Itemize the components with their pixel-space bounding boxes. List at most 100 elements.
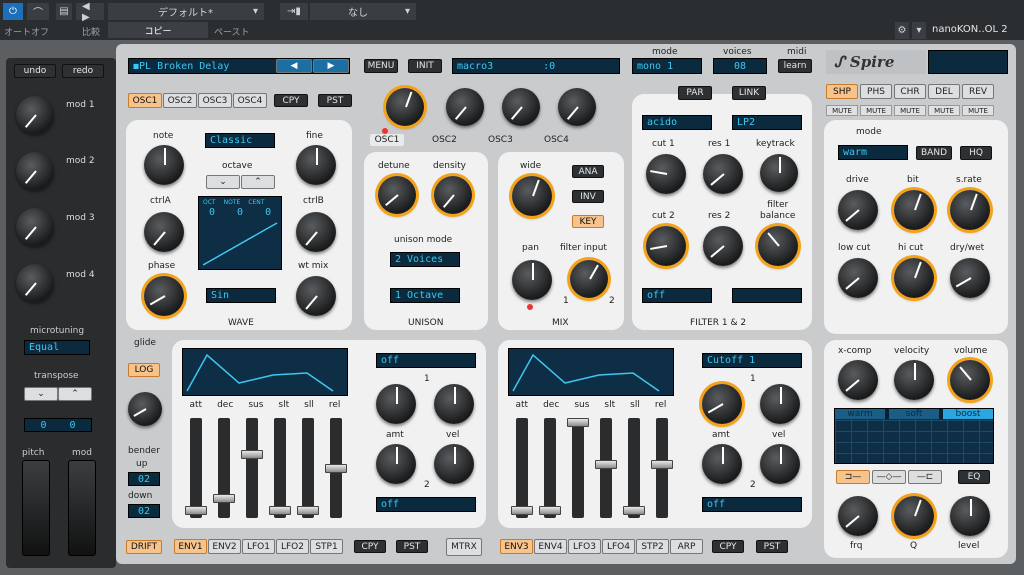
- high-shelf-icon[interactable]: —⊏: [908, 470, 942, 484]
- key-button[interactable]: KEY: [572, 215, 604, 228]
- filter-routing-selector-1[interactable]: off: [642, 288, 712, 303]
- tab-phs[interactable]: PHS: [860, 84, 892, 99]
- level-knob[interactable]: [950, 496, 990, 536]
- ctrlb-knob[interactable]: [296, 212, 336, 252]
- env1-vel1-knob[interactable]: [434, 384, 474, 424]
- xcomp-knob[interactable]: [838, 360, 878, 400]
- env1-dec-fader[interactable]: [213, 418, 235, 518]
- env3-slt-fader[interactable]: [595, 418, 617, 518]
- osc3-volume-knob[interactable]: [502, 88, 540, 126]
- bit-knob[interactable]: [894, 190, 934, 230]
- eq-mode-boost[interactable]: boost: [943, 409, 993, 419]
- low-cut-knob[interactable]: [838, 258, 878, 298]
- tab-lfo1[interactable]: LFO1: [242, 539, 275, 554]
- tab-lfo4[interactable]: LFO4: [602, 539, 635, 554]
- init-button[interactable]: INIT: [408, 59, 442, 73]
- filter-routing-selector-2[interactable]: [732, 288, 802, 303]
- power-icon[interactable]: ⏻: [3, 3, 23, 20]
- env3-sll-fader[interactable]: [623, 418, 645, 518]
- env1-att-fader[interactable]: [185, 418, 207, 518]
- peak-icon[interactable]: —◇—: [872, 470, 906, 484]
- mod-3-knob[interactable]: [16, 208, 54, 246]
- tab-lfo3[interactable]: LFO3: [568, 539, 601, 554]
- tab-shp[interactable]: SHP: [826, 84, 858, 99]
- preset-nav-arrows-icon[interactable]: ◀ ▶: [76, 1, 104, 23]
- bender-down-display[interactable]: 02: [128, 504, 160, 518]
- midi-learn-button[interactable]: learn: [778, 59, 812, 73]
- tab-arp[interactable]: ARP: [670, 539, 703, 554]
- sidechain-selector[interactable]: なし ▾: [310, 3, 416, 20]
- env3-att-fader[interactable]: [511, 418, 533, 518]
- osc-copy-button[interactable]: CPY: [274, 94, 308, 107]
- sidechain-icon[interactable]: ⇥▮: [280, 3, 308, 20]
- auto-off-label[interactable]: オートオフ: [4, 25, 49, 38]
- filter-balance-knob[interactable]: [758, 226, 798, 266]
- wave-selector[interactable]: Sin: [206, 288, 276, 303]
- env3-dec-fader[interactable]: [539, 418, 561, 518]
- tab-rev[interactable]: REV: [962, 84, 994, 99]
- eq-button[interactable]: EQ: [958, 470, 990, 484]
- tab-stp1[interactable]: STP1: [310, 539, 343, 554]
- automation-icon[interactable]: ⌒: [27, 3, 49, 20]
- hi-cut-knob[interactable]: [894, 258, 934, 298]
- tab-del[interactable]: DEL: [928, 84, 960, 99]
- octave-down-button[interactable]: ⌄: [206, 175, 240, 189]
- env3-rel-fader[interactable]: [651, 418, 673, 518]
- band-button[interactable]: BAND: [916, 146, 952, 160]
- preset-menu-icon[interactable]: ▤: [56, 3, 72, 20]
- preset-next-button[interactable]: ▶: [313, 59, 349, 73]
- res1-knob[interactable]: [703, 154, 743, 194]
- mute-phs-button[interactable]: MUTE: [860, 105, 892, 116]
- fine-knob[interactable]: [296, 145, 336, 185]
- env1-slt-fader[interactable]: [269, 418, 291, 518]
- log-button[interactable]: LOG: [128, 363, 160, 377]
- mtrx-button[interactable]: MTRX: [446, 538, 482, 556]
- cut2-knob[interactable]: [646, 226, 686, 266]
- cut1-knob[interactable]: [646, 154, 686, 194]
- inv-button[interactable]: INV: [572, 190, 604, 203]
- unison-voices-selector[interactable]: 2 Voices: [390, 252, 460, 267]
- srate-knob[interactable]: [950, 190, 990, 230]
- env1-sus-fader[interactable]: [241, 418, 263, 518]
- tab-env2[interactable]: ENV2: [208, 539, 241, 554]
- note-knob[interactable]: [144, 145, 184, 185]
- frq-knob[interactable]: [838, 496, 878, 536]
- mute-shp-button[interactable]: MUTE: [826, 105, 858, 116]
- env1-target-2-selector[interactable]: off: [376, 497, 476, 512]
- mod-4-knob[interactable]: [16, 264, 54, 302]
- redo-button[interactable]: redo: [62, 64, 104, 78]
- voice-mode-selector[interactable]: mono 1: [632, 58, 702, 74]
- env3-vel2-knob[interactable]: [760, 444, 800, 484]
- detune-knob[interactable]: [378, 176, 416, 214]
- undo-button[interactable]: undo: [14, 64, 56, 78]
- ana-button[interactable]: ANA: [572, 165, 604, 178]
- mute-chr-button[interactable]: MUTE: [894, 105, 926, 116]
- q-knob[interactable]: [894, 496, 934, 536]
- eq-mode-warm[interactable]: warm: [835, 409, 885, 419]
- compare-button[interactable]: 比較: [82, 25, 100, 38]
- microtuning-selector[interactable]: Equal: [24, 340, 90, 355]
- tab-env4[interactable]: ENV4: [534, 539, 567, 554]
- env3-vel1-knob[interactable]: [760, 384, 800, 424]
- env1-amt1-knob[interactable]: [376, 384, 416, 424]
- res2-knob[interactable]: [703, 226, 743, 266]
- dry-wet-knob[interactable]: [950, 258, 990, 298]
- tab-stp2[interactable]: STP2: [636, 539, 669, 554]
- glide-knob[interactable]: [128, 392, 162, 426]
- device-dropdown-icon[interactable]: ▾: [912, 22, 926, 39]
- env3-target-1-selector[interactable]: Cutoff 1: [702, 353, 802, 368]
- osc1-volume-knob[interactable]: [386, 88, 424, 126]
- volume-knob[interactable]: [950, 360, 990, 400]
- fx-mode-selector[interactable]: warm: [838, 145, 908, 160]
- osc2-volume-knob[interactable]: [446, 88, 484, 126]
- env1-target-1-selector[interactable]: off: [376, 353, 476, 368]
- env1-amt2-knob[interactable]: [376, 444, 416, 484]
- link-button[interactable]: LINK: [732, 86, 766, 100]
- osc-paste-button[interactable]: PST: [318, 94, 352, 107]
- eq-mode-soft[interactable]: soft: [889, 409, 939, 419]
- hq-button[interactable]: HQ: [960, 146, 992, 160]
- tab-osc4[interactable]: OSC4: [233, 93, 267, 108]
- preset-selector[interactable]: デフォルト* ▾: [108, 3, 264, 20]
- macro-display[interactable]: macro3:0: [452, 58, 620, 74]
- env3-sus-fader[interactable]: [567, 418, 589, 518]
